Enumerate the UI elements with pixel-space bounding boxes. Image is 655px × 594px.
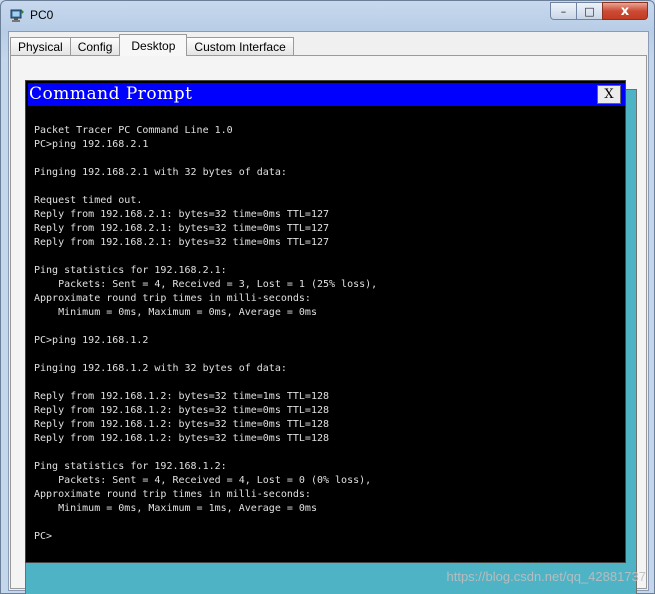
window-title: PC0	[30, 8, 54, 22]
terminal-line: Reply from 192.168.1.2: bytes=32 time=0m…	[34, 405, 330, 416]
terminal-line: Reply from 192.168.1.2: bytes=32 time=1m…	[34, 391, 330, 402]
terminal-line: Approximate round trip times in milli-se…	[34, 489, 311, 500]
terminal-line: Reply from 192.168.2.1: bytes=32 time=0m…	[34, 209, 330, 220]
packet-tracer-pc-icon	[10, 9, 24, 22]
terminal-line: Reply from 192.168.2.1: bytes=32 time=0m…	[34, 223, 330, 234]
terminal-line: Pinging 192.168.1.2 with 32 bytes of dat…	[34, 363, 287, 374]
maximize-button[interactable]: □	[576, 2, 602, 20]
command-prompt-title-bar[interactable]: Command Prompt X	[28, 83, 625, 106]
terminal-line: Minimum = 0ms, Maximum = 0ms, Average = …	[34, 307, 317, 318]
terminal-line: Ping statistics for 192.168.1.2:	[34, 461, 227, 472]
terminal-line: Packets: Sent = 4, Received = 4, Lost = …	[34, 475, 372, 486]
window-controls: – □ x	[550, 2, 648, 20]
command-prompt-title: Command Prompt	[29, 84, 193, 104]
terminal-line: Reply from 192.168.1.2: bytes=32 time=0m…	[34, 419, 330, 430]
close-button[interactable]: x	[602, 2, 648, 20]
tab-physical[interactable]: Physical	[10, 37, 71, 56]
terminal-line: Minimum = 0ms, Maximum = 1ms, Average = …	[34, 503, 317, 514]
terminal-line: Pinging 192.168.2.1 with 32 bytes of dat…	[34, 167, 287, 178]
terminal-line: Request timed out.	[34, 195, 143, 206]
terminal-line: PC>ping 192.168.1.2	[34, 335, 149, 346]
terminal-line: Reply from 192.168.1.2: bytes=32 time=0m…	[34, 433, 330, 444]
terminal-line: Approximate round trip times in milli-se…	[34, 293, 311, 304]
minimize-button[interactable]: –	[550, 2, 576, 20]
terminal-line: Packet Tracer PC Command Line 1.0	[34, 125, 233, 136]
tab-custom-interface[interactable]: Custom Interface	[186, 37, 294, 56]
terminal-line: Packets: Sent = 4, Received = 3, Lost = …	[34, 279, 378, 290]
command-prompt-window: Command Prompt X Packet Tracer PC Comman…	[25, 80, 626, 563]
command-prompt-close-button[interactable]: X	[597, 85, 621, 104]
tab-config[interactable]: Config	[69, 37, 121, 56]
terminal-line: PC>ping 192.168.2.1	[34, 139, 149, 150]
terminal-output[interactable]: Packet Tracer PC Command Line 1.0 PC>ping…	[30, 108, 623, 560]
tab-bar: Physical Config Desktop Custom Interface	[10, 34, 294, 56]
watermark: https://blog.csdn.net/qq_42881737	[446, 569, 647, 584]
title-bar[interactable]: PC0 – □ x	[1, 1, 654, 29]
terminal-line: Ping statistics for 192.168.2.1:	[34, 265, 227, 276]
app-window: PC0 – □ x Physical Config Desktop Custom…	[0, 0, 655, 594]
terminal-line: Reply from 192.168.2.1: bytes=32 time=0m…	[34, 237, 330, 248]
terminal-line: PC>	[34, 531, 53, 542]
tab-desktop[interactable]: Desktop	[119, 34, 188, 56]
